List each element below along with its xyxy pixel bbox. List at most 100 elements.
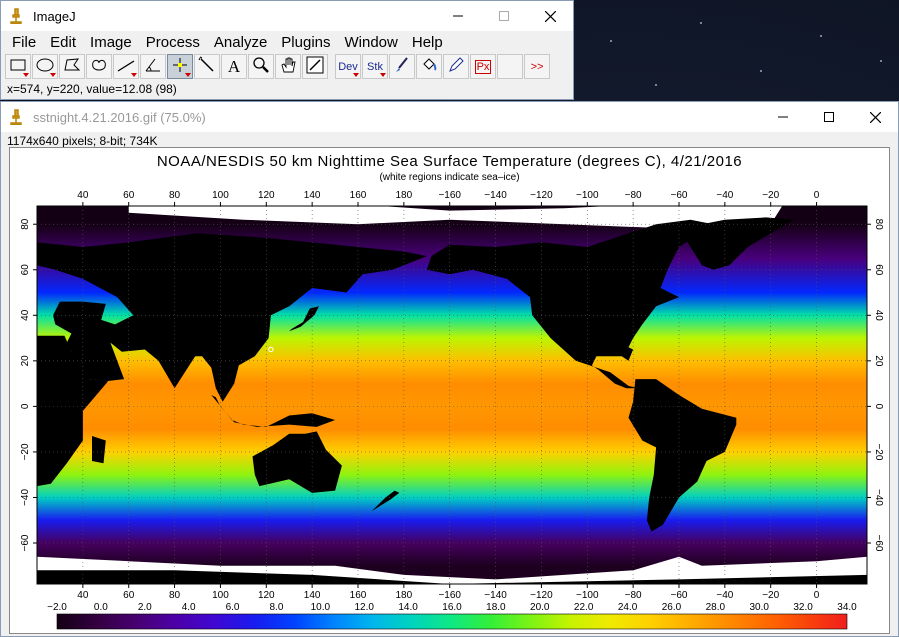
- colorbar-tick-label: 26.0: [662, 602, 682, 613]
- pencil-tool[interactable]: [443, 54, 469, 79]
- y-tick-label-left: 40: [20, 309, 31, 321]
- x-tick-label-bottom: 80: [169, 590, 181, 601]
- menu-plugins[interactable]: Plugins: [274, 34, 337, 51]
- x-tick-label-bottom: 0: [814, 590, 820, 601]
- x-tick-label-top: 40: [77, 190, 89, 201]
- stack-menu[interactable]: Stk: [362, 54, 388, 79]
- oval-tool[interactable]: [32, 54, 58, 79]
- blank-slot: [497, 54, 523, 79]
- colorbar-tick-label: 10.0: [311, 602, 331, 613]
- image-canvas[interactable]: NOAA/NESDIS 50 km Nighttime Sea Surface …: [9, 147, 890, 634]
- x-tick-label-top: 0: [814, 190, 820, 201]
- close-button[interactable]: [852, 102, 898, 132]
- x-tick-label-top: 60: [123, 190, 135, 201]
- y-tick-label-right: −20: [873, 443, 884, 460]
- x-tick-label-top: −140: [484, 190, 507, 201]
- x-tick-label-top: −120: [530, 190, 553, 201]
- rectangle-tool[interactable]: [5, 54, 31, 79]
- brush-icon: [392, 55, 412, 78]
- y-tick-label-left: 0: [20, 403, 31, 409]
- menu-window[interactable]: Window: [338, 34, 405, 51]
- stack-icon: Stk: [367, 60, 383, 73]
- x-tick-label-top: −20: [762, 190, 779, 201]
- maximize-button[interactable]: [481, 1, 527, 31]
- colorbar-tick-label: 34.0: [837, 602, 857, 613]
- magnifier-tool[interactable]: [248, 54, 274, 79]
- x-tick-label-bottom: −120: [530, 590, 553, 601]
- y-tick-label-right: 0: [873, 404, 884, 410]
- pencil-icon: [446, 55, 466, 78]
- developer-menu[interactable]: Dev: [335, 54, 361, 79]
- menu-edit[interactable]: Edit: [43, 34, 83, 51]
- window-title: ImageJ: [33, 8, 76, 24]
- y-tick-label-left: −20: [20, 443, 31, 460]
- flood-fill-icon: [419, 55, 439, 78]
- pixel-inspector-tool[interactable]: Px: [470, 54, 496, 79]
- main-titlebar[interactable]: ImageJ: [1, 1, 573, 31]
- sst-map: 4040606080801001001201201401401601601801…: [20, 190, 884, 630]
- minimize-button[interactable]: [435, 1, 481, 31]
- hand-icon: [278, 55, 298, 78]
- close-button[interactable]: [527, 1, 573, 31]
- colorbar-tick-label: 18.0: [486, 602, 506, 613]
- text-tool[interactable]: A: [221, 54, 247, 79]
- freehand-icon: [89, 55, 109, 78]
- x-tick-label-bottom: 140: [304, 590, 321, 601]
- y-tick-label-left: −40: [20, 489, 31, 506]
- colorbar-tick-label: 28.0: [706, 602, 726, 613]
- colorbar-tick-label: 30.0: [749, 602, 769, 613]
- wand-tool[interactable]: [194, 54, 220, 79]
- colorbar-tick-label: 2.0: [138, 602, 152, 613]
- x-tick-label-bottom: 100: [212, 590, 229, 601]
- x-tick-label-top: 180: [396, 190, 413, 201]
- brush-tool[interactable]: [389, 54, 415, 79]
- menu-help[interactable]: Help: [405, 34, 450, 51]
- landmass-madagascar: [92, 436, 106, 464]
- x-tick-label-top: −40: [716, 190, 733, 201]
- menu-image[interactable]: Image: [83, 34, 139, 51]
- x-tick-label-bottom: 120: [258, 590, 275, 601]
- y-tick-label-right: 80: [873, 219, 884, 231]
- x-tick-label-bottom: 60: [123, 590, 135, 601]
- x-tick-label-top: 120: [258, 190, 275, 201]
- freehand-tool[interactable]: [86, 54, 112, 79]
- dev-icon: Dev: [338, 60, 358, 73]
- colorbar-tick-label: 20.0: [530, 602, 550, 613]
- x-tick-label-top: 80: [169, 190, 181, 201]
- menu-analyze[interactable]: Analyze: [207, 34, 274, 51]
- angle-tool[interactable]: [140, 54, 166, 79]
- y-tick-label-right: 40: [873, 310, 884, 322]
- angle-icon: [143, 55, 163, 78]
- colorbar-tick-label: 8.0: [269, 602, 283, 613]
- x-tick-label-top: −100: [576, 190, 599, 201]
- x-tick-label-bottom: −20: [762, 590, 779, 601]
- polygon-tool[interactable]: [59, 54, 85, 79]
- colorbar-tick-label: 4.0: [182, 602, 196, 613]
- colorbar-tick-label: −2.0: [47, 602, 67, 613]
- menu-process[interactable]: Process: [139, 34, 207, 51]
- dropdown-indicator: [185, 73, 191, 77]
- imagej-main-window: ImageJ File Edit Image Process Analyze Plugin…: [0, 0, 574, 100]
- more-tools-button[interactable]: >>: [524, 54, 550, 79]
- maximize-button[interactable]: [806, 102, 852, 132]
- x-tick-label-bottom: 40: [77, 590, 89, 601]
- dropdown-indicator: [50, 73, 56, 77]
- color-picker-tool[interactable]: [302, 54, 328, 79]
- scroll-tool[interactable]: [275, 54, 301, 79]
- menu-bar: File Edit Image Process Analyze Plugins Window…: [1, 31, 573, 53]
- dropdown-indicator: [131, 73, 137, 77]
- x-tick-label-bottom: 180: [396, 590, 413, 601]
- flood-fill-tool[interactable]: [416, 54, 442, 79]
- minimize-button[interactable]: [760, 102, 806, 132]
- color-picker-icon: [305, 55, 325, 78]
- point-tool[interactable]: [167, 54, 193, 79]
- y-tick-label-right: 60: [873, 264, 884, 276]
- x-tick-label-bottom: −140: [484, 590, 507, 601]
- x-tick-label-bottom: −160: [438, 590, 461, 601]
- dropdown-indicator: [23, 73, 29, 77]
- line-tool[interactable]: [113, 54, 139, 79]
- toolbar: A Dev Stk Px >>: [1, 53, 573, 80]
- menu-file[interactable]: File: [5, 34, 43, 51]
- image-titlebar[interactable]: sstnight.4.21.2016.gif (75.0%): [1, 102, 898, 132]
- colorbar-tick-label: 14.0: [398, 602, 418, 613]
